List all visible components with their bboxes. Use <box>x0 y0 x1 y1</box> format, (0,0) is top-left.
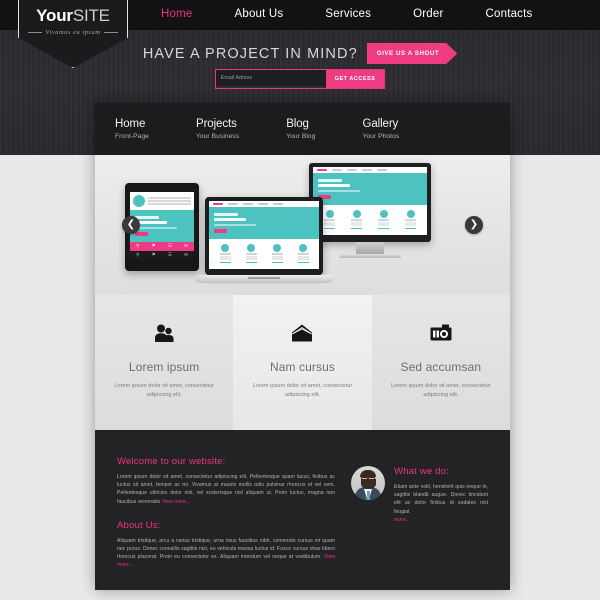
users-icon <box>153 321 175 345</box>
mockup-hero <box>209 207 319 239</box>
about-body-text: Aliquam tristique, arcu a varius tristiq… <box>117 537 335 561</box>
what-we-do-text: What we do: Etiam ante velit, hendrerit … <box>394 466 488 524</box>
feature-card-nam-cursus[interactable]: Nam cursus Lorem ipsum dolor sit amet, c… <box>233 295 372 430</box>
logo-tagline-text: Vivamus eu ipsum <box>45 29 101 36</box>
envelope-icon <box>290 321 314 345</box>
laptop-screen <box>209 201 319 270</box>
monitor-base <box>339 254 401 259</box>
tablet-dark-toolbar: ⚲ ⚑ ☰ ✉ <box>130 250 194 260</box>
nav-item-about-us[interactable]: About Us <box>213 0 304 29</box>
nav-item-services[interactable]: Services <box>304 0 392 29</box>
mockup-cards <box>313 204 427 236</box>
main-navigation: Home About Us Services Order Contacts <box>140 0 553 29</box>
logo-content: YourSITE Vivamus eu ipsum <box>18 0 128 68</box>
what-we-do-body-text: Etiam ante velit, hendrerit quis neque i… <box>394 484 488 515</box>
welcome-body: Lorem ipsum dolor sit amet, consectetur … <box>117 473 335 506</box>
subnav-item-gallery[interactable]: Gallery Your Photos <box>354 118 407 141</box>
desktop-monitor-mockup <box>309 163 431 259</box>
hero-slider: ⚲ ⚑ ☰ ✉ ⚲ ⚑ ☰ ✉ ❮ ❯ <box>95 155 510 295</box>
subnav-item-blog[interactable]: Blog Your Blog <box>278 118 323 141</box>
camera-icon <box>429 321 453 345</box>
signup-form: GET ACCESS <box>214 69 386 89</box>
give-us-a-shout-button[interactable]: GIVE US A SHOUT <box>366 43 458 64</box>
feature-description: Lorem ipsum dolor sit amet, consectetur … <box>252 383 353 398</box>
footer-left-column: Welcome to our website: Lorem ipsum dolo… <box>117 456 335 570</box>
subnav-subtitle: Your Blog <box>286 132 316 140</box>
feature-title: Lorem ipsum <box>128 360 200 374</box>
hero-signup-row: GET ACCESS <box>0 69 600 89</box>
subnav-title: Blog <box>286 117 309 130</box>
subnav-subtitle: Your Photos <box>362 132 400 140</box>
content-container: Home Front-Page Projects Your Business B… <box>95 103 510 590</box>
welcome-view-more-link[interactable]: View more... <box>162 499 191 505</box>
device-mockups: ⚲ ⚑ ☰ ✉ ⚲ ⚑ ☰ ✉ <box>95 155 510 295</box>
about-heading: About Us: <box>117 519 161 531</box>
laptop-bezel <box>205 197 323 276</box>
about-body: Aliquam tristique, arcu a varius tristiq… <box>117 537 335 570</box>
what-we-do-block: What we do: Etiam ante velit, hendrerit … <box>351 466 488 524</box>
subnav-title: Home <box>115 117 146 130</box>
tablet-profile-row <box>130 192 194 210</box>
nav-item-contacts[interactable]: Contacts <box>465 0 554 29</box>
avatar <box>351 466 385 500</box>
nav-item-home[interactable]: Home <box>140 0 213 29</box>
slider-next-button[interactable]: ❯ <box>465 216 483 234</box>
footer-section: Welcome to our website: Lorem ipsum dolo… <box>95 430 510 590</box>
site-logo[interactable]: YourSITE Vivamus eu ipsum <box>18 0 128 68</box>
features-section: Lorem ipsum Lorem ipsum dolor sit amet, … <box>95 295 510 430</box>
what-we-do-body: Etiam ante velit, hendrerit quis neque i… <box>394 483 488 524</box>
feature-description: Lorem ipsum dolor sit amet, consectetur … <box>391 383 491 398</box>
subnav-item-home[interactable]: Home Front-Page <box>107 118 157 141</box>
feature-title: Nam cursus <box>269 360 335 374</box>
slider-prev-button[interactable]: ❮ <box>122 216 140 234</box>
logo-tagline: Vivamus eu ipsum <box>28 29 119 36</box>
subnav-item-projects[interactable]: Projects Your Business <box>188 118 247 141</box>
logo-text-your: Your <box>36 6 73 25</box>
website-screenshot: Home About Us Services Order Contacts Yo… <box>0 0 600 600</box>
welcome-body-text: Lorem ipsum dolor sit amet, consectetur … <box>117 474 335 505</box>
footer-right-column: What we do: Etiam ante velit, hendrerit … <box>351 456 488 570</box>
welcome-heading: Welcome to our website: <box>117 456 226 467</box>
what-we-do-more-link[interactable]: more... <box>394 517 410 523</box>
feature-title: Sed accumsan <box>400 360 482 374</box>
laptop-mockup <box>194 197 334 284</box>
subnav-subtitle: Your Business <box>196 132 240 140</box>
mockup-hero <box>313 173 427 205</box>
monitor-bezel <box>309 163 431 243</box>
monitor-stand <box>356 242 384 255</box>
tablet-pink-toolbar: ⚲ ⚑ ☰ ✉ <box>130 241 194 251</box>
logo-text-site: SITE <box>72 6 110 25</box>
feature-card-lorem-ipsum[interactable]: Lorem ipsum Lorem ipsum dolor sit amet, … <box>95 295 233 430</box>
get-access-button[interactable]: GET ACCESS <box>325 70 385 88</box>
nav-item-order[interactable]: Order <box>392 0 464 29</box>
feature-card-sed-accumsan[interactable]: Sed accumsan Lorem ipsum dolor sit amet,… <box>372 295 510 430</box>
email-input[interactable] <box>215 70 326 86</box>
tablet-avatar <box>133 195 145 207</box>
feature-description: Lorem ipsum dolor sit amet, consectetur … <box>114 383 214 398</box>
subnav-title: Projects <box>196 117 237 130</box>
laptop-keyboard-base <box>194 275 334 284</box>
logo-text: YourSITE <box>36 6 110 26</box>
chevron-right-icon: ❯ <box>469 219 479 230</box>
subnav-subtitle: Front-Page <box>115 132 149 140</box>
hero-title: HAVE A PROJECT IN MIND? <box>142 45 358 62</box>
what-we-do-heading: What we do: <box>394 466 449 477</box>
subnav-title: Gallery <box>362 117 399 130</box>
mockup-cards <box>209 238 319 270</box>
chevron-left-icon: ❮ <box>126 219 136 230</box>
monitor-screen <box>313 167 427 236</box>
secondary-navigation: Home Front-Page Projects Your Business B… <box>95 103 510 155</box>
